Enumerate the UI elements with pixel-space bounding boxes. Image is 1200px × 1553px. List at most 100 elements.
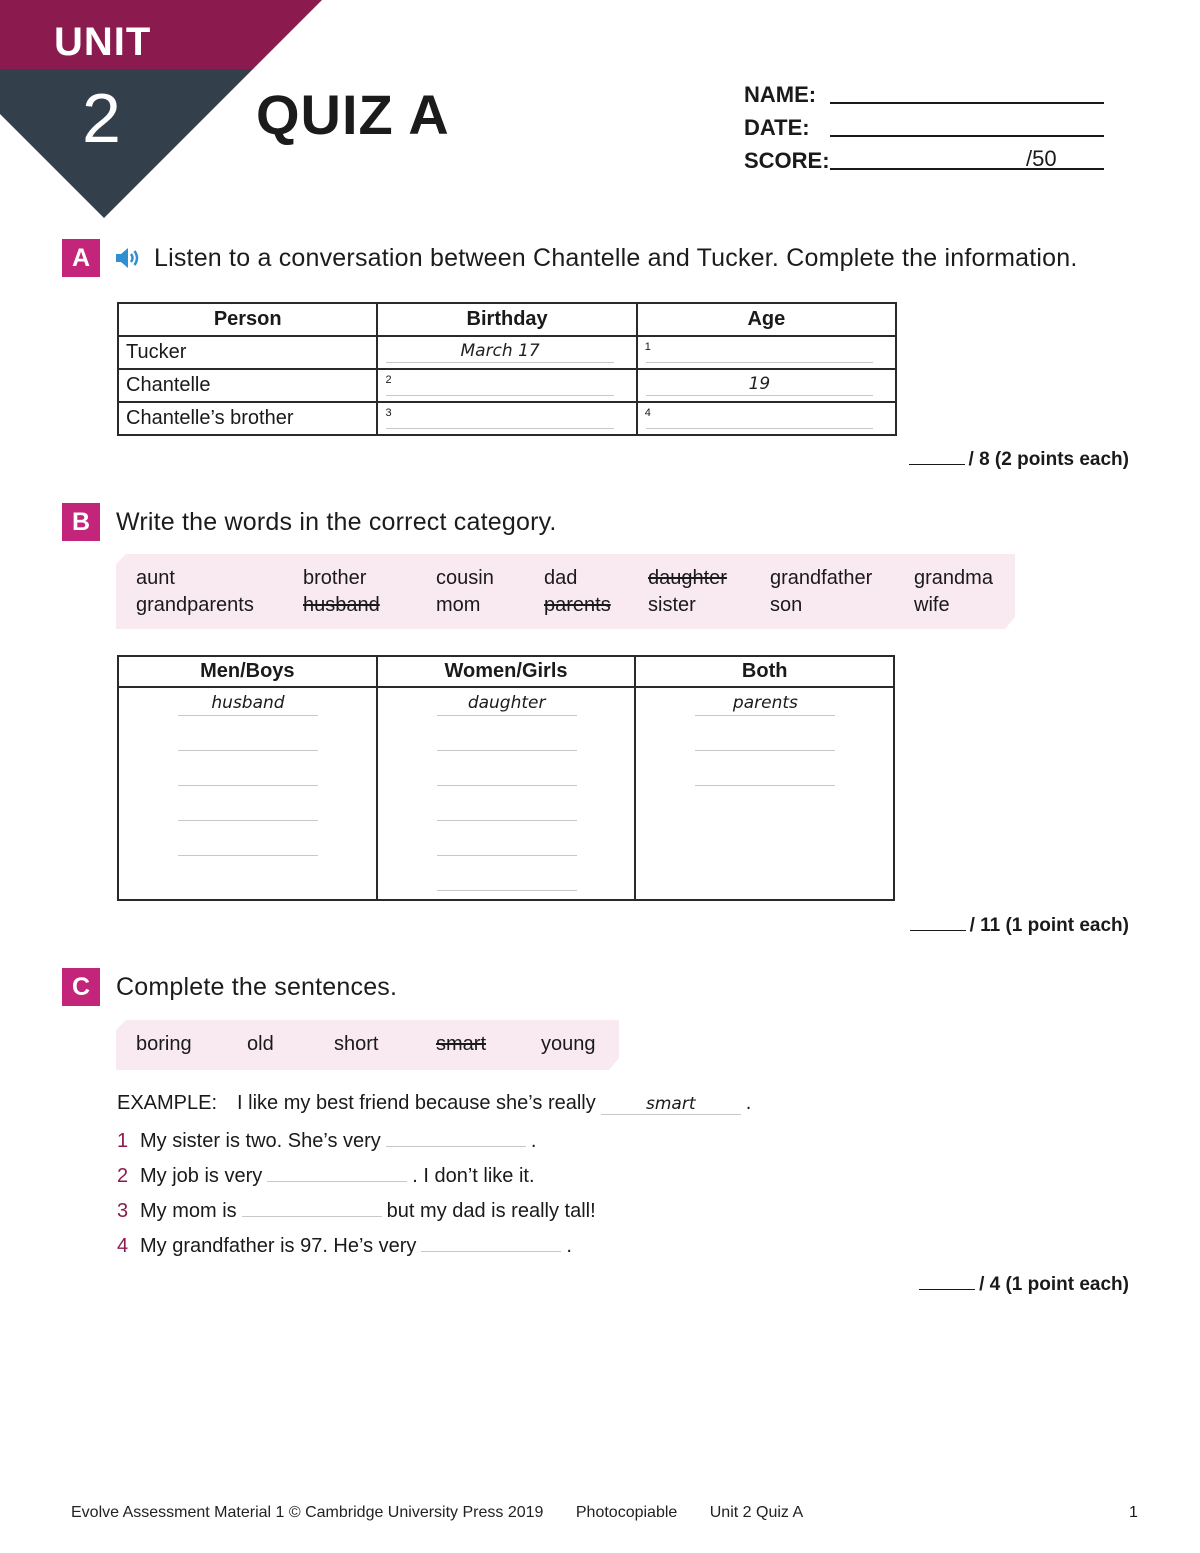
footer: Evolve Assessment Material 1 © Cambridge… <box>71 1504 831 1522</box>
section-b-score: / 11 (1 point each) <box>909 915 1129 937</box>
answer-field[interactable] <box>436 762 577 786</box>
answer-field[interactable] <box>178 797 318 821</box>
sentence-list: EXAMPLE: I like my best friend because s… <box>117 1092 751 1267</box>
item-number: 3 <box>385 407 392 419</box>
speaker-icon[interactable] <box>114 245 142 271</box>
word-bank-item: old <box>247 1033 274 1055</box>
answer-field[interactable] <box>695 762 836 786</box>
name-field[interactable]: NAME: <box>744 82 1104 115</box>
date-field[interactable]: DATE: <box>744 115 1104 148</box>
date-line[interactable] <box>830 135 1104 137</box>
section-a-header: A Listen to a conversation between Chant… <box>62 239 1077 277</box>
both-column: parents <box>634 686 895 901</box>
section-c-score: / 4 (1 point each) <box>919 1274 1129 1296</box>
example-label: EXAMPLE: <box>117 1092 218 1114</box>
section-c-badge: C <box>62 968 100 1006</box>
word-bank-c: boring old short smart young <box>116 1020 619 1070</box>
answer-field[interactable] <box>241 1197 382 1217</box>
answer-field[interactable] <box>436 727 577 751</box>
person-cell: Chantelle <box>116 368 379 403</box>
answer-field[interactable] <box>386 428 614 429</box>
sentence-text: I like my best friend because she’s real… <box>237 1092 596 1114</box>
score-text: / 11 (1 point each) <box>969 915 1129 936</box>
answer-field[interactable]: daughter <box>436 692 577 716</box>
answer-field[interactable] <box>645 362 873 363</box>
table-row: Tucker March 17 1 <box>116 335 898 370</box>
person-cell: Chantelle’s brother <box>116 401 379 436</box>
word-bank-item: grandma <box>914 567 993 589</box>
item-number: 2 <box>385 374 392 386</box>
sentence-text: My job is very <box>140 1165 263 1187</box>
age-cell: 19 <box>635 368 898 403</box>
answer-field[interactable] <box>178 727 318 751</box>
score-text: / 4 (1 point each) <box>979 1274 1129 1295</box>
name-line[interactable] <box>830 102 1104 104</box>
page-number: 1 <box>1129 1504 1138 1521</box>
score-max: /50 <box>1026 146 1057 171</box>
word-bank-item: sister <box>648 594 696 616</box>
answer-field[interactable] <box>267 1162 408 1182</box>
sentence-item: 4 My grandfather is 97. He’s very . <box>117 1232 751 1267</box>
sentence-text: My sister is two. She’s very <box>140 1130 381 1152</box>
score-blank[interactable] <box>919 1289 976 1290</box>
unit-label: UNIT <box>54 20 152 64</box>
score-label: SCORE: <box>744 148 830 173</box>
score-blank[interactable] <box>908 464 965 465</box>
birthday-cell: 3 <box>376 401 638 436</box>
answer-field[interactable]: parents <box>695 692 836 716</box>
answer-field[interactable]: smart <box>600 1095 741 1115</box>
word-bank-item: husband <box>303 594 380 616</box>
student-info: NAME: DATE: SCORE: /50 <box>744 82 1104 181</box>
score-field[interactable]: SCORE: /50 <box>744 146 1104 181</box>
sentence-text: . <box>745 1092 752 1114</box>
unit-number: 2 <box>82 79 121 157</box>
answer-field[interactable]: husband <box>178 692 318 716</box>
word-bank-item: young <box>541 1033 596 1055</box>
answer-field[interactable]: 19 <box>645 373 873 396</box>
men-boys-column: husband <box>117 686 378 901</box>
women-girls-column: daughter <box>375 686 637 901</box>
sentence-item: 2 My job is very . I don’t like it. <box>117 1162 751 1197</box>
score-blank[interactable] <box>909 930 966 931</box>
sentence-item: 1 My sister is two. She’s very . <box>117 1127 751 1162</box>
score-line[interactable] <box>830 168 1104 170</box>
answer-field[interactable] <box>436 832 577 856</box>
item-number: 4 <box>644 407 651 419</box>
word-bank-item: grandparents <box>136 594 254 616</box>
answer-field[interactable] <box>436 797 577 821</box>
item-number: 3 <box>117 1200 129 1222</box>
age-cell: 4 <box>635 401 898 436</box>
section-a-instruction: Listen to a conversation between Chantel… <box>154 243 1078 272</box>
answer-field[interactable]: March 17 <box>386 340 614 363</box>
answer-field[interactable] <box>178 832 318 856</box>
answer-field[interactable] <box>436 867 577 891</box>
word-bank-item: son <box>770 594 803 616</box>
score-text: / 8 (2 points each) <box>968 449 1129 470</box>
column-header: Birthday <box>376 302 638 337</box>
answer-field[interactable] <box>421 1232 562 1252</box>
age-cell: 1 <box>635 335 898 370</box>
copyright: Evolve Assessment Material 1 © Cambridge… <box>71 1504 544 1521</box>
word-bank-item: dad <box>544 567 578 589</box>
word-bank-item: parents <box>544 594 611 616</box>
answer-field[interactable] <box>385 1127 526 1147</box>
item-number: 2 <box>117 1165 129 1187</box>
section-a-badge: A <box>62 239 100 277</box>
sentence-text: My grandfather is 97. He’s very <box>140 1235 417 1257</box>
table-row: Chantelle’s brother 3 4 <box>116 401 898 436</box>
example-sentence: EXAMPLE: I like my best friend because s… <box>117 1092 751 1127</box>
column-header: Person <box>116 302 379 337</box>
item-number: 1 <box>644 341 651 353</box>
word-bank-item: wife <box>914 594 950 616</box>
answer-field[interactable] <box>386 395 614 396</box>
sentence-text: . <box>530 1130 537 1152</box>
answer-field[interactable] <box>645 428 873 429</box>
section-b-instruction: Write the words in the correct category. <box>116 507 557 536</box>
photocopiable-label: Photocopiable <box>575 1504 678 1521</box>
answer-field[interactable] <box>178 762 318 786</box>
word-bank-item: short <box>334 1033 379 1055</box>
sentence-item: 3 My mom is but my dad is really tall! <box>117 1197 751 1232</box>
answer-field[interactable] <box>695 727 836 751</box>
category-table: Men/Boys Women/Girls Both husband daught… <box>117 655 895 901</box>
birthday-age-table: Person Birthday Age Tucker March 17 1 Ch… <box>116 302 898 436</box>
